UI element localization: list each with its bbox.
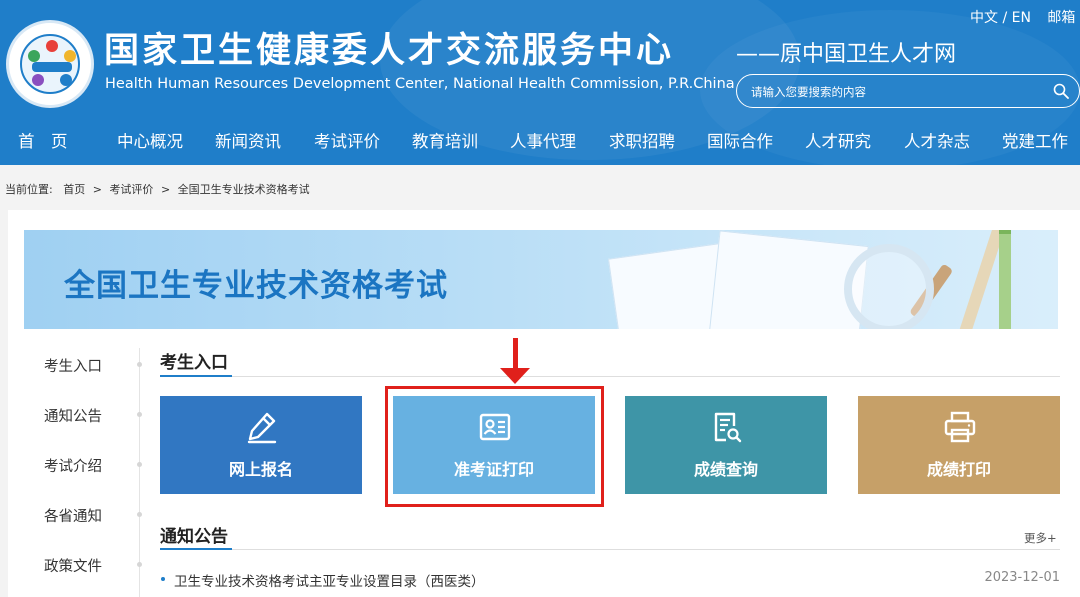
sidebar-dot [137,362,142,367]
sidebar-item-province-notices[interactable]: 各省通知 [44,505,102,526]
nav-item-exam[interactable]: 考试评价 [314,128,380,152]
site-header: 国家卫生健康委人才交流服务中心 Health Human Resources D… [0,0,1080,165]
online-signup-button[interactable]: 网上报名 [160,396,362,494]
logo-band [32,62,72,72]
logo-figure [28,50,40,62]
nav-item-magazine[interactable]: 人才杂志 [904,128,970,152]
score-print-button[interactable]: 成绩打印 [858,396,1060,494]
section-divider [160,549,1060,550]
section-title-entrance: 考生入口 [160,353,228,373]
more-link[interactable]: 更多+ [1024,530,1057,546]
main-nav: 首 页 中心概况 新闻资讯 考试评价 教育培训 人事代理 求职招聘 国际合作 人… [0,124,1080,156]
mail-link[interactable]: 邮箱 [1047,10,1075,26]
search-input[interactable] [751,82,1031,102]
breadcrumb-separator: > [160,183,171,196]
banner-title: 全国卫生专业技术资格考试 [64,268,448,304]
score-query-label: 成绩查询 [693,460,758,479]
nav-item-jobs[interactable]: 求职招聘 [609,128,675,152]
notice-title[interactable]: 卫生专业技术资格考试主亚专业设置目录（西医类） [174,570,485,590]
nav-item-international[interactable]: 国际合作 [707,128,773,152]
section-divider [160,376,1060,377]
nav-item-home[interactable]: 首 页 [18,128,68,152]
logo-figure [46,40,58,52]
sidebar-divider [139,348,140,597]
site-subtitle: ——原中国卫生人才网 [736,42,957,67]
list-item: 卫生专业技术资格考试主亚专业设置目录（西医类） 2023-12-01 [160,570,1060,590]
nav-item-about[interactable]: 中心概况 [117,128,183,152]
breadcrumb: 当前位置: 首页 > 考试评价 > 全国卫生专业技术资格考试 [5,181,310,197]
printer-icon [944,411,976,443]
nav-item-news[interactable]: 新闻资讯 [215,128,281,152]
breadcrumb-separator: > [92,183,102,196]
annotation-arrow-head [500,368,530,384]
pencil-decoration [999,230,1011,234]
nav-item-research[interactable]: 人才研究 [805,128,871,152]
section-underline [160,548,232,550]
sidebar-item-notices[interactable]: 通知公告 [44,405,102,426]
sidebar-item-exam-intro[interactable]: 考试介绍 [44,455,102,476]
breadcrumb-item-current: 全国卫生专业技术资格考试 [177,183,310,196]
organization-logo[interactable] [6,20,94,108]
nav-item-party[interactable]: 党建工作 [1002,128,1068,152]
exam-banner: 全国卫生专业技术资格考试 [24,230,1058,329]
logo-figure [64,50,76,62]
pencil-edit-icon [247,412,277,444]
sidebar-dot [137,512,142,517]
sidebar-dot [137,562,142,567]
nav-item-education[interactable]: 教育培训 [412,128,478,152]
section-title-notices: 通知公告 [160,527,228,547]
magnifier-icon [844,244,934,329]
nav-item-personnel[interactable]: 人事代理 [510,128,576,152]
section-underline [160,375,232,377]
top-links: 中文 / EN 邮箱 [970,7,1080,27]
logo-figure [60,74,72,86]
sidebar-dot [137,412,142,417]
site-title: 国家卫生健康委人才交流服务中心 [104,31,675,71]
language-switch[interactable]: 中文 / EN [970,10,1031,26]
score-print-label: 成绩打印 [926,460,991,479]
annotation-arrow [513,338,518,370]
document-search-icon [714,412,742,443]
breadcrumb-label: 当前位置: [5,183,53,196]
search-box [736,74,1080,108]
breadcrumb-item-exam[interactable]: 考试评价 [109,183,153,196]
notice-date: 2023-12-01 [984,570,1060,585]
score-query-button[interactable]: 成绩查询 [625,396,827,494]
search-icon[interactable] [1053,83,1069,99]
site-title-english: Health Human Resources Development Cente… [105,76,735,92]
bullet-icon [161,577,165,581]
online-signup-label: 网上报名 [228,460,293,479]
sidebar-item-policy-files[interactable]: 政策文件 [44,555,102,576]
annotation-highlight-box [385,386,604,507]
breadcrumb-item-home[interactable]: 首页 [63,183,85,196]
sidebar-item-candidate-entrance[interactable]: 考生入口 [44,355,102,376]
sidebar-dot [137,462,142,467]
logo-figure [32,74,44,86]
logo-emblem [20,34,80,94]
pencil-decoration [999,230,1011,329]
